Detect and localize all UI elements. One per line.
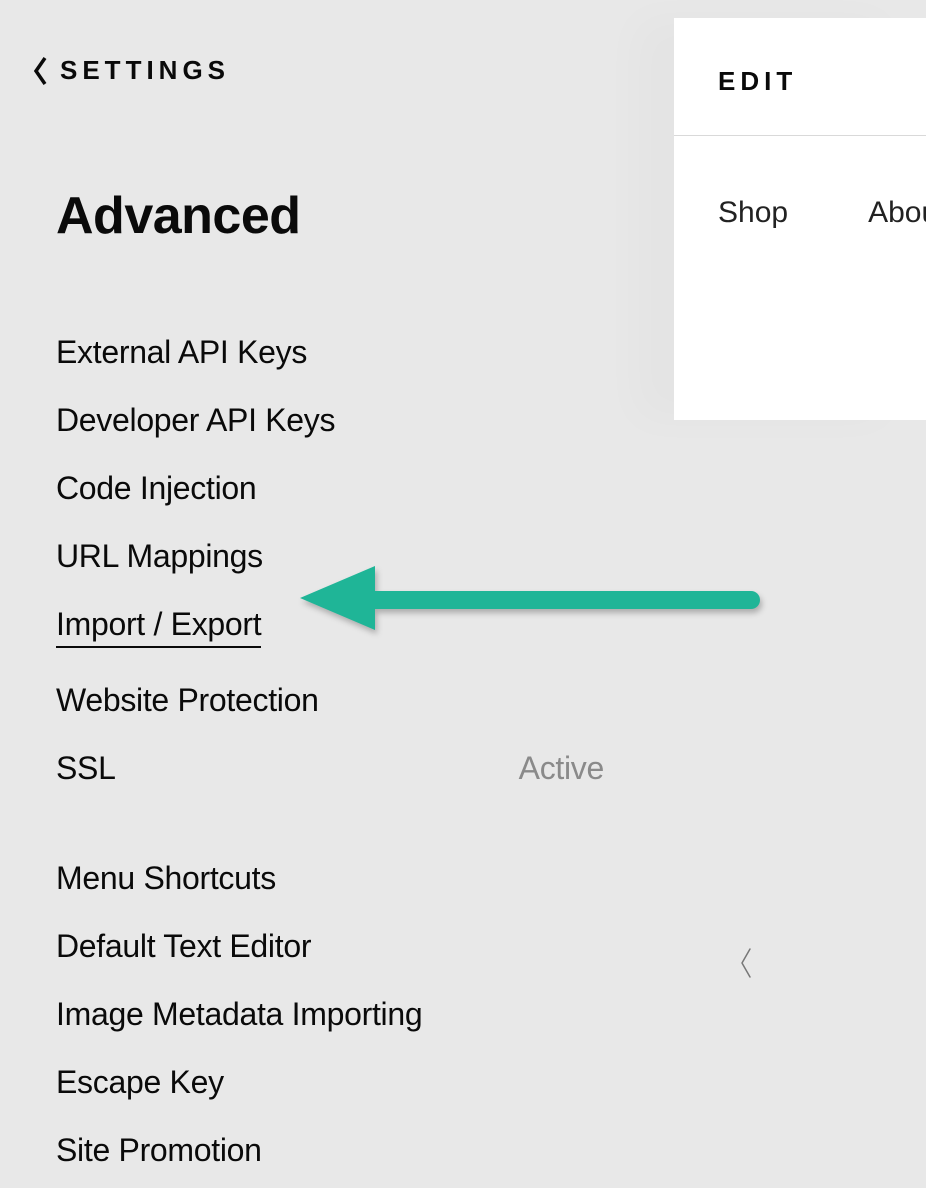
- menu-group-1: External API Keys Developer API Keys Cod…: [56, 336, 604, 784]
- back-to-settings-button[interactable]: SETTINGS: [32, 55, 230, 86]
- menu-item-label: SSL: [56, 752, 116, 784]
- nav-link-about[interactable]: About: [868, 196, 926, 230]
- status-badge: Active: [519, 752, 604, 784]
- menu-item-menu-shortcuts[interactable]: Menu Shortcuts: [56, 862, 604, 894]
- menu-item-url-mappings[interactable]: URL Mappings: [56, 540, 604, 572]
- menu-item-label: External API Keys: [56, 336, 307, 368]
- menu-item-label: Website Protection: [56, 684, 319, 716]
- menu-item-code-injection[interactable]: Code Injection: [56, 472, 604, 504]
- page-title: Advanced: [56, 186, 604, 246]
- menu-item-label: Developer API Keys: [56, 404, 335, 436]
- menu-item-developer-api-keys[interactable]: Developer API Keys: [56, 404, 604, 436]
- site-preview-panel: EDIT Shop About: [674, 18, 926, 420]
- menu-item-import-export[interactable]: Import / Export: [56, 608, 604, 648]
- advanced-settings-panel: SETTINGS Advanced External API Keys Deve…: [0, 0, 660, 1188]
- menu-group-2: Menu Shortcuts Default Text Editor Image…: [56, 862, 604, 1166]
- edit-button[interactable]: EDIT: [718, 66, 926, 97]
- collapse-panel-button[interactable]: [738, 945, 756, 981]
- menu-item-label: URL Mappings: [56, 540, 263, 572]
- menu-item-external-api-keys[interactable]: External API Keys: [56, 336, 604, 368]
- menu-item-default-text-editor[interactable]: Default Text Editor: [56, 930, 604, 962]
- site-nav: Shop About: [718, 196, 926, 230]
- menu-item-label: Default Text Editor: [56, 930, 311, 962]
- menu-item-site-promotion[interactable]: Site Promotion: [56, 1134, 604, 1166]
- divider: [674, 135, 926, 136]
- menu-item-escape-key[interactable]: Escape Key: [56, 1066, 604, 1098]
- menu-item-label: Image Metadata Importing: [56, 998, 422, 1030]
- chevron-left-icon: [32, 56, 50, 86]
- back-label: SETTINGS: [60, 55, 230, 86]
- menu-item-label: Import / Export: [56, 608, 261, 648]
- advanced-menu: External API Keys Developer API Keys Cod…: [56, 336, 604, 1166]
- menu-item-website-protection[interactable]: Website Protection: [56, 684, 604, 716]
- nav-link-shop[interactable]: Shop: [718, 196, 788, 230]
- menu-item-label: Escape Key: [56, 1066, 224, 1098]
- menu-item-label: Code Injection: [56, 472, 256, 504]
- menu-item-ssl[interactable]: SSL Active: [56, 752, 604, 784]
- menu-item-label: Menu Shortcuts: [56, 862, 276, 894]
- menu-item-image-metadata-importing[interactable]: Image Metadata Importing: [56, 998, 604, 1030]
- menu-item-label: Site Promotion: [56, 1134, 262, 1166]
